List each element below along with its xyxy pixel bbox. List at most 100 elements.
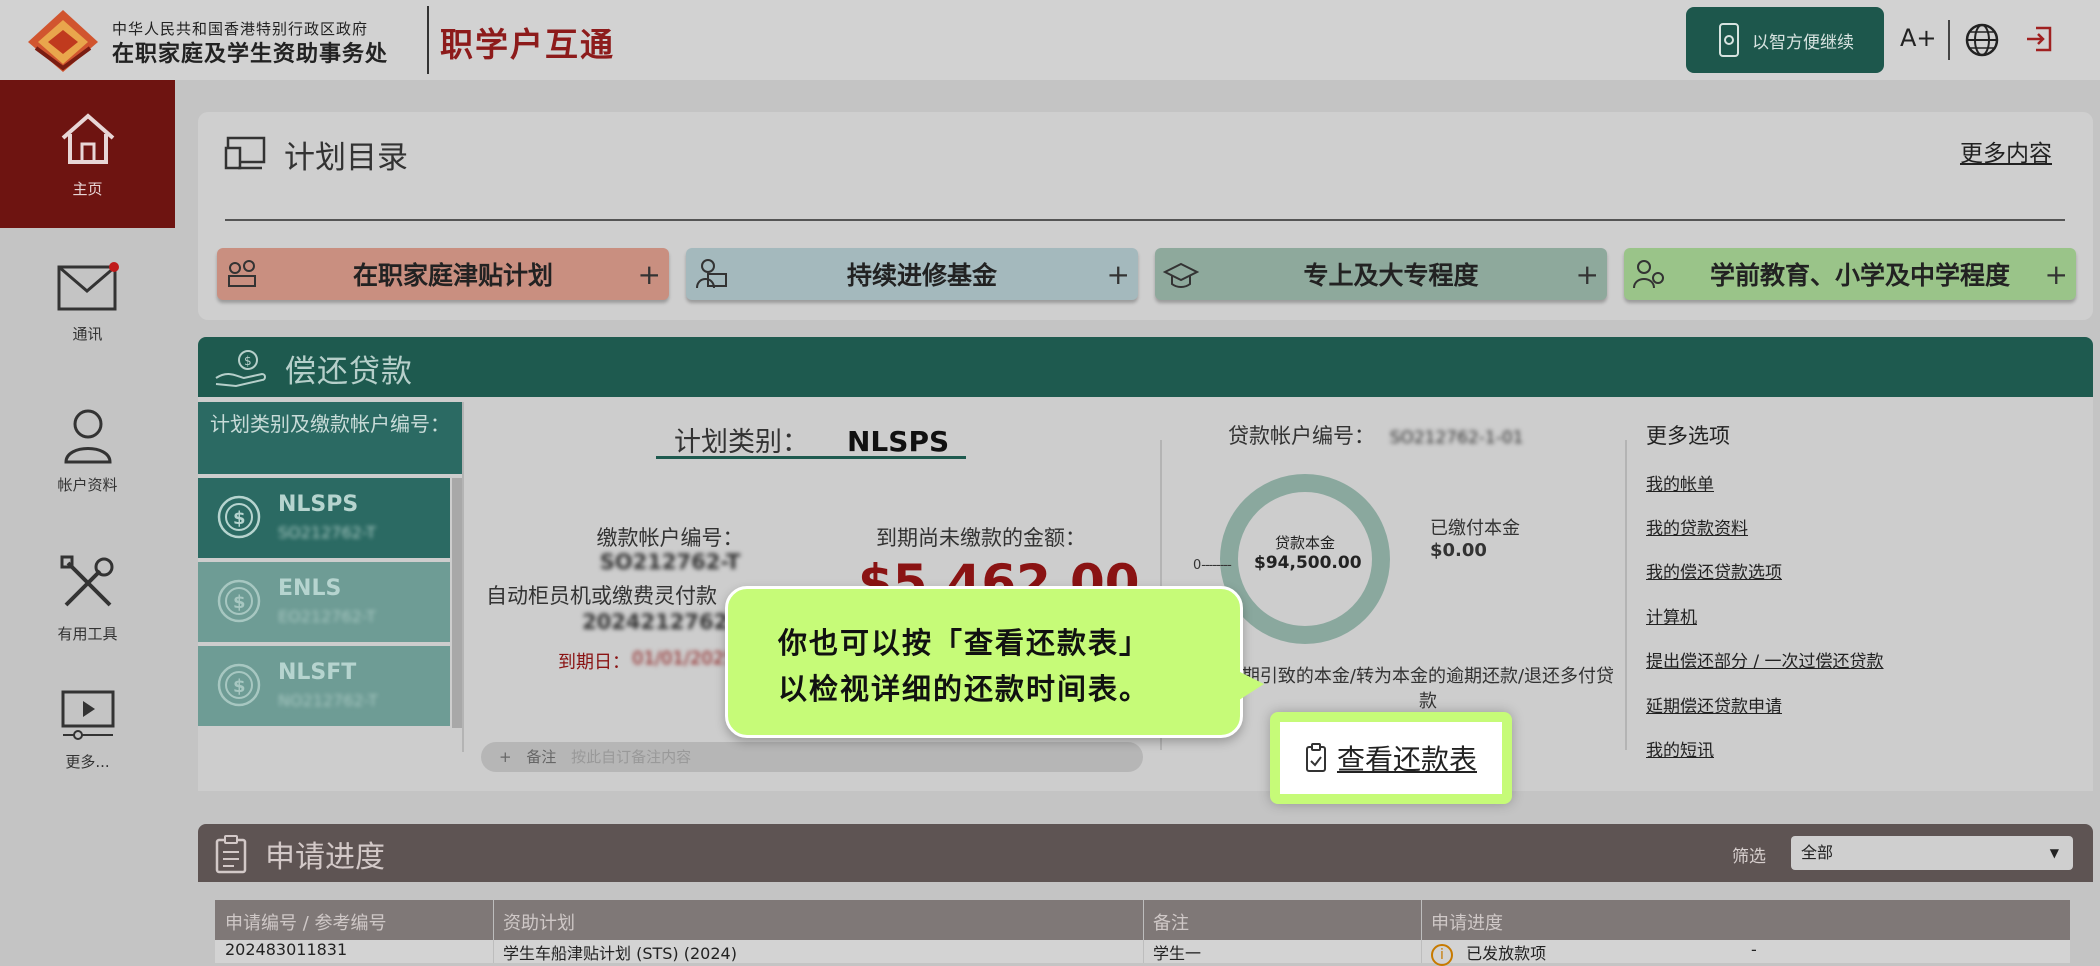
paid-principal: 已缴付本金 $0.00	[1430, 514, 1520, 561]
app-title: 职学户互通	[440, 25, 615, 64]
repay-loan-title: 偿还贷款	[285, 354, 413, 390]
plus-icon: +	[499, 748, 512, 766]
program-wfa-button[interactable]: 在职家庭津贴计划 +	[217, 248, 669, 300]
dollar-circle-icon: $	[217, 495, 261, 539]
view-schedule-button[interactable]: 查看还款表	[1270, 712, 1512, 804]
loan-account: 贷款帐户编号： SO212762-1-01	[1228, 420, 1523, 450]
svg-text:$: $	[244, 354, 252, 368]
account-number: NO212762-T	[278, 691, 378, 710]
chevron-down-icon: ▼	[2049, 846, 2059, 860]
repay-loan-header	[198, 337, 2093, 397]
wfsfaa-logo-icon	[28, 10, 98, 72]
iamsmart-continue-button[interactable]: 以智方便继续	[1686, 7, 1884, 73]
scheme-name: 学生车船津贴计划 (STS) (2024)	[503, 944, 737, 963]
plan-type: 计划类别： NLSPS	[674, 420, 949, 459]
sidebar-item-account[interactable]: 帐户资料	[0, 376, 175, 524]
account-list-scrollbar[interactable]	[452, 478, 462, 728]
account-name: ENLS	[278, 576, 342, 601]
svg-text:$: $	[233, 508, 246, 529]
logout-icon[interactable]	[2024, 24, 2054, 54]
dollar-circle-icon: $	[217, 579, 261, 623]
due-date-label: 到期日：	[558, 652, 630, 673]
sidebar-item-mail[interactable]: 通讯	[0, 228, 175, 376]
status-text: 已发放款项	[1466, 944, 1547, 963]
plan-type-label: 计划类别：	[674, 427, 809, 458]
sidebar-label: 主页	[72, 179, 103, 198]
language-globe-icon[interactable]	[1964, 22, 2000, 58]
view-schedule-label: 查看还款表	[1336, 743, 1477, 776]
note-label: 备注	[526, 748, 557, 766]
program-cef-button[interactable]: 持续进修基金 +	[686, 248, 1138, 300]
filter-label: 筛选	[1732, 847, 1766, 867]
filter-select[interactable]: 全部 ▼	[1791, 836, 2073, 870]
sidebar: 主页 通讯 帐户资料 有用工具 更多...	[0, 80, 175, 963]
atm-pps-label: 自动柜员机或缴费灵付款	[486, 584, 717, 608]
column-separator	[493, 900, 494, 963]
clipboard-list-icon	[215, 835, 247, 874]
hand-money-icon: $	[215, 350, 266, 388]
dollar-circle-icon: $	[217, 663, 261, 707]
font-size-button[interactable]: A+	[1900, 24, 1937, 52]
clipboard-icon	[1305, 743, 1326, 772]
note-input[interactable]: + 备注 按此自订备注内容	[481, 742, 1143, 772]
program-tertiary-button[interactable]: 专上及大专程度 +	[1155, 248, 1607, 300]
sidebar-label: 帐户资料	[57, 475, 118, 494]
account-name: NLSPS	[278, 492, 359, 517]
loan-account-label: 贷款帐户编号：	[1228, 424, 1375, 448]
account-tab-nlsft[interactable]: $ NLSFT NO212762-T	[198, 646, 450, 726]
plan-catalog-title: 计划目录	[284, 140, 408, 176]
option-calculator[interactable]: 计算机	[1646, 603, 1697, 628]
account-number: SO212762-T	[278, 523, 376, 542]
option-partial-repay[interactable]: 提出偿还部分 / 一次过偿还贷款	[1646, 647, 1884, 672]
donut-zero-marker: 0--------	[1193, 558, 1232, 573]
ref-number: 202483011831	[225, 940, 348, 959]
principal-note: 期引致的本金/转为本金的逾期还款/退还多付贷款	[1241, 666, 1615, 712]
column-divider	[462, 402, 464, 752]
catalog-divider	[225, 219, 2065, 221]
paid-principal-label: 已缴付本金	[1430, 518, 1520, 539]
paid-principal-value: $0.00	[1430, 540, 1487, 561]
sidebar-item-tools[interactable]: 有用工具	[0, 524, 175, 672]
account-list-header: 计划类别及缴款帐户编号：	[198, 402, 462, 474]
sidebar-label: 有用工具	[57, 624, 118, 643]
row-note: 学生一	[1153, 944, 1202, 963]
program-label: 学前教育、小学及中学程度	[1709, 261, 2010, 290]
sidebar-item-more[interactable]: 更多...	[0, 670, 175, 790]
status-badge: i 已发放款项	[1431, 940, 1546, 966]
students-icon	[1633, 260, 1664, 289]
row-extra: -	[1751, 940, 1757, 959]
payment-account-label: 缴款帐户编号：	[596, 526, 744, 550]
tooltip-tail	[1236, 670, 1264, 702]
plus-icon: +	[2044, 258, 2068, 291]
account-tab-enls[interactable]: $ ENLS EO212762-T	[198, 562, 450, 642]
svg-text:$: $	[233, 676, 246, 697]
option-repay-options[interactable]: 我的偿还贷款选项	[1646, 558, 1782, 583]
plus-icon: +	[637, 258, 661, 291]
option-loan-info[interactable]: 我的贷款资料	[1646, 514, 1748, 539]
donut-center: 贷款本金 $94,500.00	[1254, 532, 1362, 573]
sidebar-item-home[interactable]: 主页	[0, 80, 175, 228]
iamsmart-label: 以智方便继续	[1752, 32, 1854, 53]
account-tab-nlsps[interactable]: $ NLSPS SO212762-T	[198, 478, 450, 558]
catalog-icon	[224, 136, 266, 170]
note-placeholder: 按此自订备注内容	[571, 748, 692, 766]
column-header: 备注	[1153, 913, 1189, 934]
column-header: 资助计划	[503, 913, 575, 934]
program-label: 持续进修基金	[846, 261, 997, 290]
column-header: 申请进度	[1431, 913, 1503, 934]
mail-icon	[57, 261, 119, 310]
sidebar-label: 更多...	[65, 752, 110, 771]
more-content-link[interactable]: 更多内容	[1960, 134, 2052, 168]
application-progress-title: 申请进度	[265, 840, 385, 875]
program-school-button[interactable]: 学前教育、小学及中学程度 +	[1624, 248, 2076, 300]
filter-value: 全部	[1801, 843, 1834, 862]
svg-text:$: $	[233, 592, 246, 613]
option-my-bill[interactable]: 我的帐单	[1646, 470, 1714, 495]
tooltip-line: 以检视详细的还款时间表。	[778, 672, 1151, 706]
family-icon	[228, 260, 256, 287]
option-deferment[interactable]: 延期偿还贷款申请	[1646, 692, 1782, 717]
option-sms[interactable]: 我的短讯	[1646, 736, 1714, 761]
account-number: EO212762-T	[278, 607, 376, 626]
video-icon	[61, 690, 114, 740]
outstanding-label: 到期尚未缴款的金额：	[876, 526, 1086, 550]
